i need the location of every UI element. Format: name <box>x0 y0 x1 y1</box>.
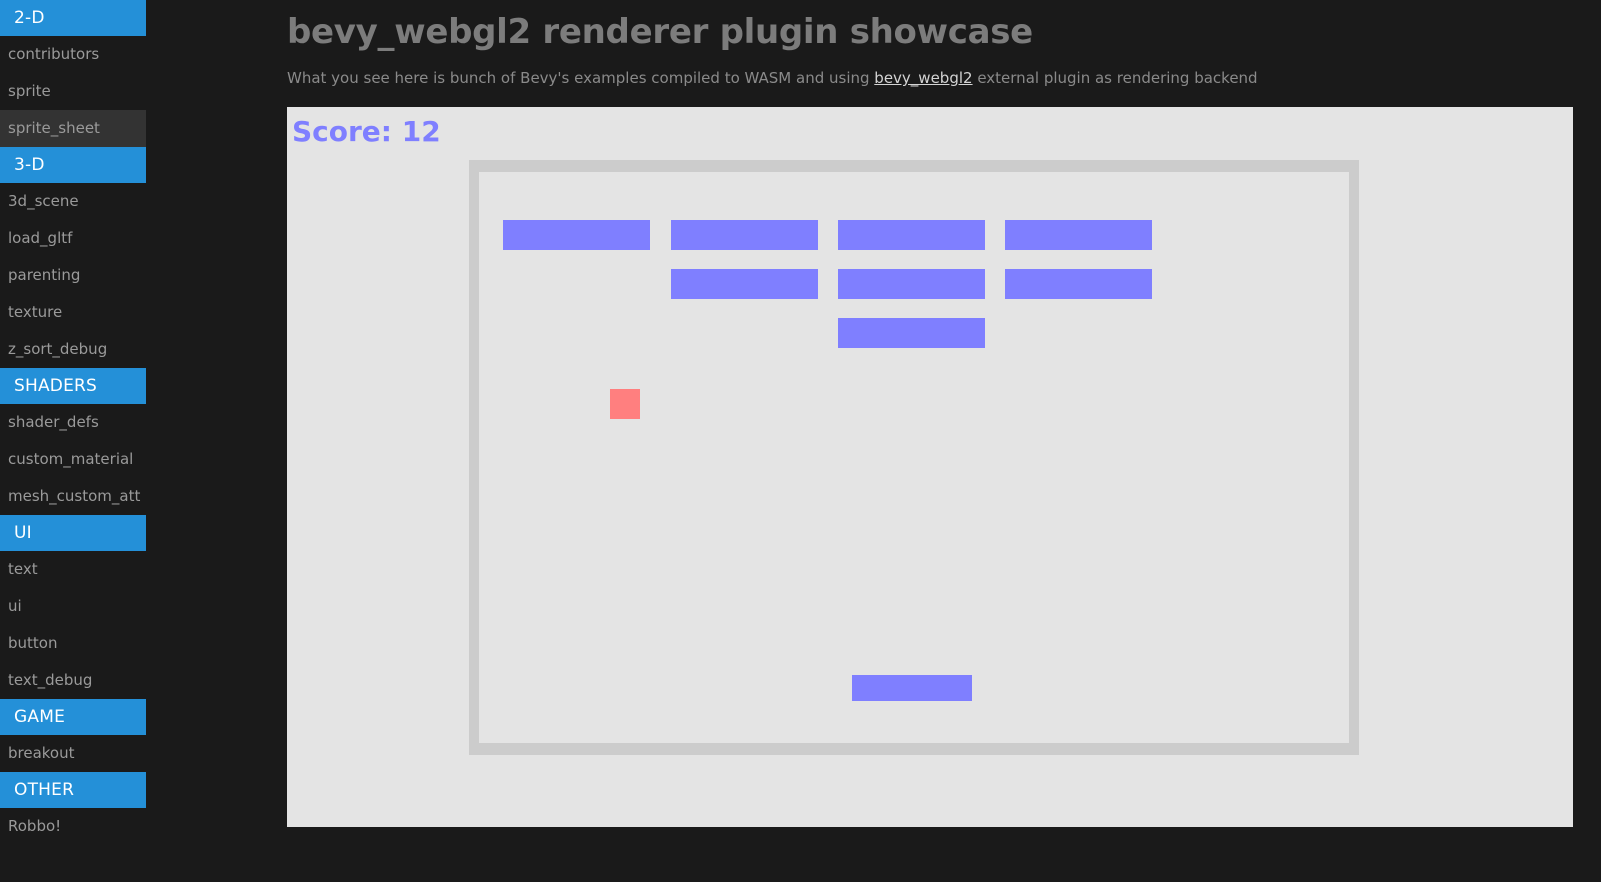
sidebar-section-ui: UI <box>0 515 146 551</box>
subtitle-text-before: What you see here is bunch of Bevy's exa… <box>287 69 875 87</box>
brick-r2-c2 <box>671 269 818 299</box>
sidebar-item-sprite[interactable]: sprite <box>0 73 146 110</box>
sidebar-item-mesh-custom-att[interactable]: mesh_custom_att <box>0 478 146 515</box>
sidebar-item-contributors[interactable]: contributors <box>0 36 146 73</box>
page-subtitle: What you see here is bunch of Bevy's exa… <box>287 69 1258 87</box>
sidebar-item-parenting[interactable]: parenting <box>0 257 146 294</box>
sidebar-item-ui[interactable]: ui <box>0 588 146 625</box>
sidebar-item-shader-defs[interactable]: shader_defs <box>0 404 146 441</box>
sidebar-item-custom-material[interactable]: custom_material <box>0 441 146 478</box>
arena-play-field <box>479 172 1349 743</box>
app-root: 2-D contributors sprite sprite_sheet 3-D 3d_s… <box>0 0 1601 882</box>
sidebar-item-button[interactable]: button <box>0 625 146 662</box>
bevy-webgl2-link[interactable]: bevy_webgl2 <box>874 69 972 87</box>
sidebar-item-load-gltf[interactable]: load_gltf <box>0 220 146 257</box>
sidebar-section-3-d: 3-D <box>0 147 146 183</box>
sidebar-section-2-d: 2-D <box>0 0 146 36</box>
brick-r3-c3 <box>838 318 985 348</box>
score-text: Score: 12 <box>292 115 441 148</box>
sidebar-item-robbo-[interactable]: Robbo! <box>0 808 146 845</box>
brick-r1-c3 <box>838 220 985 250</box>
ball <box>610 389 640 419</box>
sidebar-item-sprite-sheet[interactable]: sprite_sheet <box>0 110 146 147</box>
sidebar-section-game: GAME <box>0 699 146 735</box>
brick-r2-c3 <box>838 269 985 299</box>
paddle[interactable] <box>852 675 972 701</box>
page-title: bevy_webgl2 renderer plugin showcase <box>287 12 1033 52</box>
arena-walls <box>469 160 1359 755</box>
brick-r1-c4 <box>1005 220 1152 250</box>
sidebar-item-z-sort-debug[interactable]: z_sort_debug <box>0 331 146 368</box>
brick-r1-c1 <box>503 220 650 250</box>
sidebar-section-shaders: SHADERS <box>0 368 146 404</box>
sidebar-item-text[interactable]: text <box>0 551 146 588</box>
brick-r2-c4 <box>1005 269 1152 299</box>
sidebar-section-other: OTHER <box>0 772 146 808</box>
game-canvas[interactable]: Score: 12 <box>287 107 1573 827</box>
sidebar-item-3d-scene[interactable]: 3d_scene <box>0 183 146 220</box>
sidebar-item-texture[interactable]: texture <box>0 294 146 331</box>
sidebar-item-text-debug[interactable]: text_debug <box>0 662 146 699</box>
sidebar-nav: 2-D contributors sprite sprite_sheet 3-D 3d_s… <box>0 0 146 882</box>
main-content: bevy_webgl2 renderer plugin showcase Wha… <box>146 0 1601 882</box>
subtitle-text-after: external plugin as rendering backend <box>972 69 1258 87</box>
brick-r1-c2 <box>671 220 818 250</box>
sidebar-item-breakout[interactable]: breakout <box>0 735 146 772</box>
